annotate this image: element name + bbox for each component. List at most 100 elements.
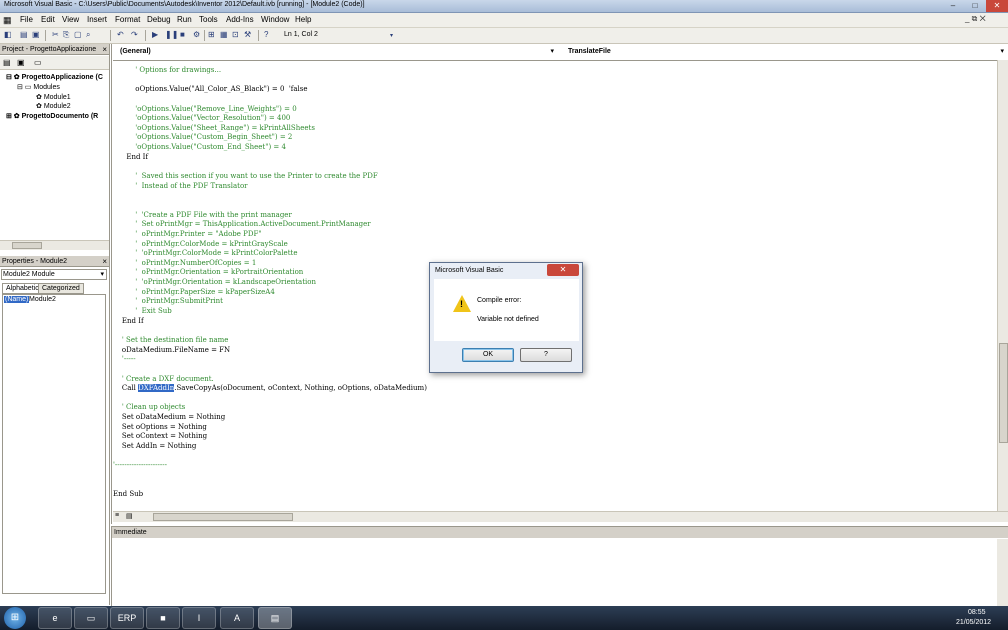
menu-debug[interactable]: Debug	[147, 15, 171, 24]
undo-icon[interactable]: ↶	[117, 30, 124, 39]
property-value[interactable]: Module2	[29, 296, 56, 303]
view-code-icon[interactable]: ▤	[3, 58, 11, 67]
code-line[interactable]	[113, 481, 993, 491]
close-icon[interactable]: ×	[102, 44, 107, 54]
break-icon[interactable]: ❚❚	[165, 30, 178, 39]
vb-app-icon[interactable]: ▦	[3, 15, 12, 26]
close-button[interactable]: ✕	[986, 0, 1008, 12]
scroll-thumb[interactable]	[153, 513, 293, 521]
code-vertical-scrollbar[interactable]	[997, 60, 1008, 512]
insert-module-icon[interactable]: ▤	[20, 30, 28, 39]
procedure-combo[interactable]: TranslateFile ▾	[560, 47, 1008, 58]
redo-icon[interactable]: ↷	[131, 30, 138, 39]
code-line[interactable]: Set AddIn = Nothing	[113, 442, 993, 452]
menu-run[interactable]: Run	[177, 15, 192, 24]
object-combo[interactable]: (General) ▾	[112, 47, 558, 58]
start-button[interactable]: ⊞	[4, 607, 26, 629]
code-line[interactable]: ' 'Create a PDF File with the print mana…	[113, 211, 993, 221]
project-horizontal-scrollbar[interactable]	[0, 240, 109, 250]
code-line[interactable]: 'oOptions.Value("Custom_Begin_Sheet") = …	[113, 133, 993, 143]
menu-file[interactable]: File	[20, 15, 33, 24]
scroll-thumb[interactable]	[999, 343, 1008, 443]
dialog-close-button[interactable]: ✕	[547, 264, 579, 276]
code-line[interactable]: 'oOptions.Value("Vector_Resolution") = 4…	[113, 114, 993, 124]
code-line[interactable]	[113, 191, 993, 201]
code-line[interactable]	[113, 201, 993, 211]
child-window-controls[interactable]: _ ⧉ ✕	[965, 14, 986, 24]
cut-icon[interactable]: ✂	[52, 30, 59, 39]
code-line[interactable]: '----------------------	[113, 461, 993, 471]
save-icon[interactable]: ▣	[32, 30, 40, 39]
code-line[interactable]	[113, 394, 993, 404]
ok-button[interactable]: OK	[462, 348, 514, 362]
code-line[interactable]: Call DXFAddIn.SaveCopyAs(oDocument, oCon…	[113, 384, 993, 394]
immediate-scrollbar[interactable]	[997, 539, 1008, 607]
code-line[interactable]: Set oOptions = Nothing	[113, 423, 993, 433]
tree-node-project[interactable]: ⊟ ✿ ProgettoApplicazione (C	[6, 73, 103, 81]
code-line[interactable]: 'oOptions.Value("Custom_End_Sheet") = 4	[113, 143, 993, 153]
paste-icon[interactable]: ▢	[74, 30, 82, 39]
object-select[interactable]: Module2 Module ▾	[1, 269, 107, 280]
code-line[interactable]: ' Set oPrintMgr = ThisApplication.Active…	[113, 220, 993, 230]
find-icon[interactable]: ⌕	[86, 30, 90, 40]
menu-insert[interactable]: Insert	[87, 15, 107, 24]
taskbar-app-button[interactable]: ■	[146, 607, 180, 629]
tree-node-module1[interactable]: ✿ Module1	[36, 93, 71, 101]
toolbox-icon[interactable]: ⚒	[244, 30, 251, 39]
code-line[interactable]: ' Saved this section if you want to use …	[113, 172, 993, 182]
menu-edit[interactable]: Edit	[41, 15, 55, 24]
code-line[interactable]: ' 'oPrintMgr.ColorMode = kPrintColorPale…	[113, 249, 993, 259]
code-line[interactable]: oOptions.Value("All_Color_AS_Black") = 0…	[113, 85, 993, 95]
copy-icon[interactable]: ⎘	[63, 30, 69, 40]
code-line[interactable]: ' Clean up objects	[113, 403, 993, 413]
toolbar-options-icon[interactable]: ▾	[390, 32, 393, 39]
code-line[interactable]: 'oOptions.Value("Sheet_Range") = kPrintA…	[113, 124, 993, 134]
maximize-button[interactable]: □	[964, 0, 986, 12]
menu-help[interactable]: Help	[295, 15, 311, 24]
selected-identifier[interactable]: DXFAddIn	[138, 384, 175, 393]
tree-node-document[interactable]: ⊞ ✿ ProgettoDocumento (R	[6, 112, 98, 120]
view-object-icon[interactable]: ▣	[17, 58, 25, 67]
taskbar-ie-button[interactable]: e	[38, 607, 72, 629]
code-line[interactable]: Set oContext = Nothing	[113, 432, 993, 442]
code-line[interactable]	[113, 162, 993, 172]
menu-addins[interactable]: Add-Ins	[226, 15, 254, 24]
taskbar-inventor-button[interactable]: I	[182, 607, 216, 629]
code-line[interactable]: ' Instead of the PDF Translator	[113, 182, 993, 192]
full-module-view-icon[interactable]: ▤	[126, 512, 133, 520]
code-line[interactable]: ' Options for drawings...	[113, 66, 993, 76]
property-name[interactable]: (Name)	[4, 296, 30, 303]
tree-node-module2[interactable]: ✿ Module2	[36, 102, 71, 110]
reset-icon[interactable]: ■	[180, 30, 185, 39]
properties-window-icon[interactable]: ▦	[220, 30, 228, 39]
immediate-window[interactable]: Immediate	[111, 526, 1008, 607]
project-explorer-icon[interactable]: ⊞	[208, 30, 215, 39]
object-browser-icon[interactable]: ⊡	[232, 30, 239, 39]
taskbar-vb-button[interactable]: ▤	[258, 607, 292, 629]
tree-node-modules[interactable]: ⊟ ▭ Modules	[17, 83, 60, 91]
code-line[interactable]: Set oDataMedium = Nothing	[113, 413, 993, 423]
code-line[interactable]: End If	[113, 153, 993, 163]
code-line[interactable]: ' oPrintMgr.ColorMode = kPrintGrayScale	[113, 240, 993, 250]
code-line[interactable]	[113, 95, 993, 105]
tab-categorized[interactable]: Categorized	[38, 283, 84, 294]
design-mode-icon[interactable]: ⚙	[193, 30, 200, 39]
menu-window[interactable]: Window	[261, 15, 289, 24]
code-line[interactable]	[113, 76, 993, 86]
code-line[interactable]: ' oPrintMgr.Printer = "Adobe PDF"	[113, 230, 993, 240]
code-horizontal-scrollbar[interactable]: ≡ ▤	[113, 511, 1008, 522]
close-icon[interactable]: ×	[102, 256, 107, 266]
toggle-folders-icon[interactable]: ▭	[34, 58, 42, 67]
menu-tools[interactable]: Tools	[199, 15, 218, 24]
menu-view[interactable]: View	[62, 15, 79, 24]
taskbar-erp-button[interactable]: ERP	[110, 607, 144, 629]
help-icon[interactable]: ?	[264, 30, 268, 39]
clock-date[interactable]: 21/05/2012	[956, 619, 991, 626]
tab-alphabetic[interactable]: Alphabetic	[2, 283, 43, 294]
code-line[interactable]: 'oOptions.Value("Remove_Line_Weights") =…	[113, 105, 993, 115]
clock-time[interactable]: 08:55	[968, 609, 986, 616]
taskbar-pdf-button[interactable]: A	[220, 607, 254, 629]
menu-format[interactable]: Format	[115, 15, 140, 24]
code-line[interactable]: End Sub	[113, 490, 993, 500]
taskbar-explorer-button[interactable]: ▭	[74, 607, 108, 629]
